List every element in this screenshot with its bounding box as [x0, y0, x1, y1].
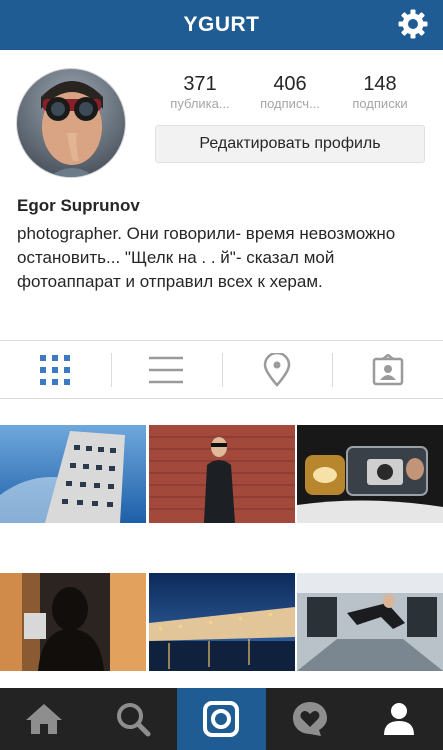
view-mode-tabs [0, 341, 443, 398]
list-icon [149, 356, 184, 383]
activity-heart-icon [293, 702, 328, 736]
photo-thumbnail[interactable] [0, 425, 146, 523]
profile-icon [383, 703, 414, 735]
stat-number: 148 [363, 73, 397, 95]
profile-stats: 371 публика... 406 подписч... 148 подпис… [155, 72, 425, 112]
divider [0, 398, 443, 399]
tab-location[interactable] [221, 341, 333, 398]
stat-label: подписч... [260, 96, 320, 111]
bottom-tab-bar [0, 688, 443, 750]
tab-tagged[interactable] [332, 341, 443, 398]
photo-thumbnail[interactable] [297, 573, 443, 671]
stat-number: 406 [273, 73, 307, 95]
home-icon [26, 704, 63, 734]
location-pin-icon [263, 352, 291, 387]
stat-label: публика... [170, 96, 230, 111]
username-title: YGURT [183, 13, 260, 36]
tab-list[interactable] [110, 341, 222, 398]
tab-search[interactable] [89, 688, 178, 750]
tab-home[interactable] [0, 688, 89, 750]
photo-thumbnail[interactable] [149, 425, 295, 523]
stat-label: подписки [352, 96, 408, 111]
tab-profile[interactable] [354, 688, 443, 750]
tab-activity[interactable] [266, 688, 355, 750]
top-bar: YGURT [0, 0, 443, 50]
edit-profile-button[interactable]: Редактировать профиль [155, 125, 425, 163]
stat-number: 371 [183, 73, 217, 95]
tagged-photos-icon [372, 353, 403, 385]
stat-posts[interactable]: 371 публика... [155, 72, 245, 112]
search-icon [116, 703, 151, 737]
stat-following[interactable]: 148 подписки [335, 72, 425, 112]
tab-camera[interactable] [177, 688, 266, 750]
photo-thumbnail[interactable] [149, 573, 295, 671]
avatar[interactable] [16, 68, 126, 178]
grid-icon [40, 354, 71, 385]
camera-icon [203, 701, 240, 737]
stat-followers[interactable]: 406 подписч... [245, 72, 335, 112]
photo-thumbnail[interactable] [0, 573, 146, 671]
profile-name: Egor Suprunov [17, 196, 140, 215]
photo-thumbnail[interactable] [297, 425, 443, 523]
profile-bio: photographer. Они говорили- время невозм… [17, 224, 396, 291]
tab-grid[interactable] [0, 341, 111, 398]
gear-icon[interactable] [397, 8, 429, 40]
